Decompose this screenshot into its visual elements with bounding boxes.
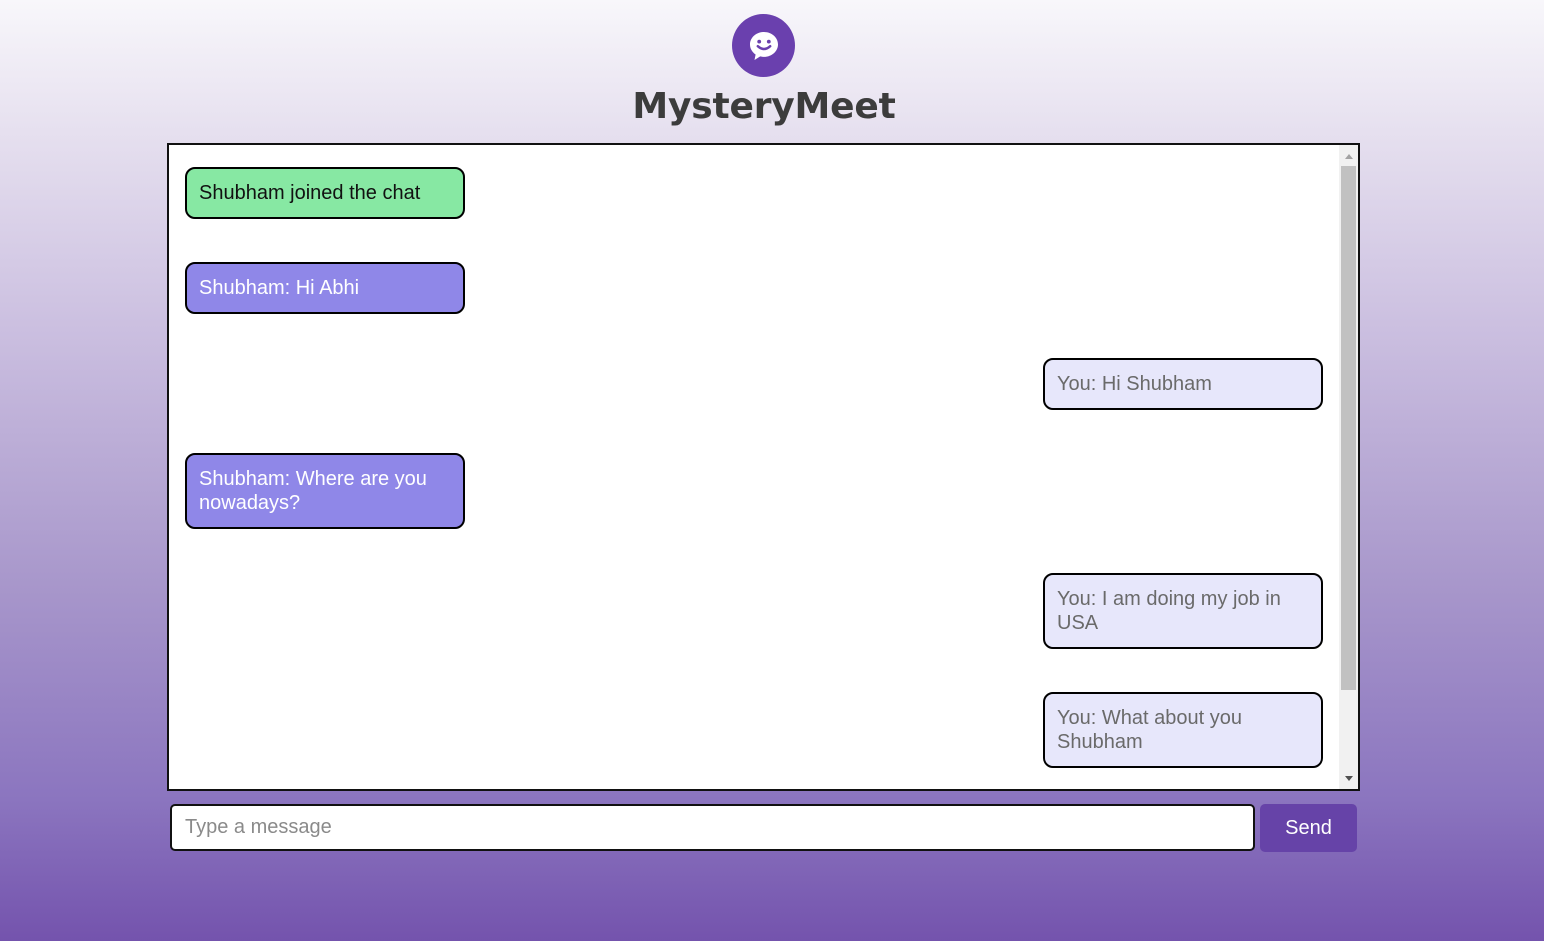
app-logo xyxy=(732,14,795,77)
message-text: Shubham: Hi Abhi xyxy=(199,277,360,299)
app-title: MysteryMeet xyxy=(632,86,896,127)
message-input[interactable] xyxy=(170,804,1255,851)
chat-window[interactable]: Shubham joined the chat Shubham: Hi Abhi… xyxy=(167,143,1360,791)
message-text: You: Hi Shubham xyxy=(1057,373,1212,395)
chat-bubble-smile-icon xyxy=(749,31,778,60)
scrollbar-thumb[interactable] xyxy=(1341,166,1356,690)
send-button[interactable]: Send xyxy=(1260,804,1357,852)
message-text: Shubham joined the chat xyxy=(199,182,421,204)
message-text: You: What about you Shubham xyxy=(1057,707,1242,753)
outgoing-message: You: What about you Shubham xyxy=(1043,692,1323,768)
incoming-message: Shubham: Where are you nowadays? xyxy=(185,453,465,529)
outgoing-message: You: Hi Shubham xyxy=(1043,358,1323,410)
chat-scrollbar[interactable] xyxy=(1339,145,1358,789)
system-message: Shubham joined the chat xyxy=(185,167,465,219)
scroll-down-arrow-icon[interactable] xyxy=(1339,769,1358,787)
incoming-message: Shubham: Hi Abhi xyxy=(185,262,465,314)
scroll-up-arrow-icon[interactable] xyxy=(1339,147,1358,165)
message-text: Shubham: Where are you nowadays? xyxy=(199,468,427,514)
outgoing-message: You: I am doing my job in USA xyxy=(1043,573,1323,649)
message-text: You: I am doing my job in USA xyxy=(1057,588,1281,634)
